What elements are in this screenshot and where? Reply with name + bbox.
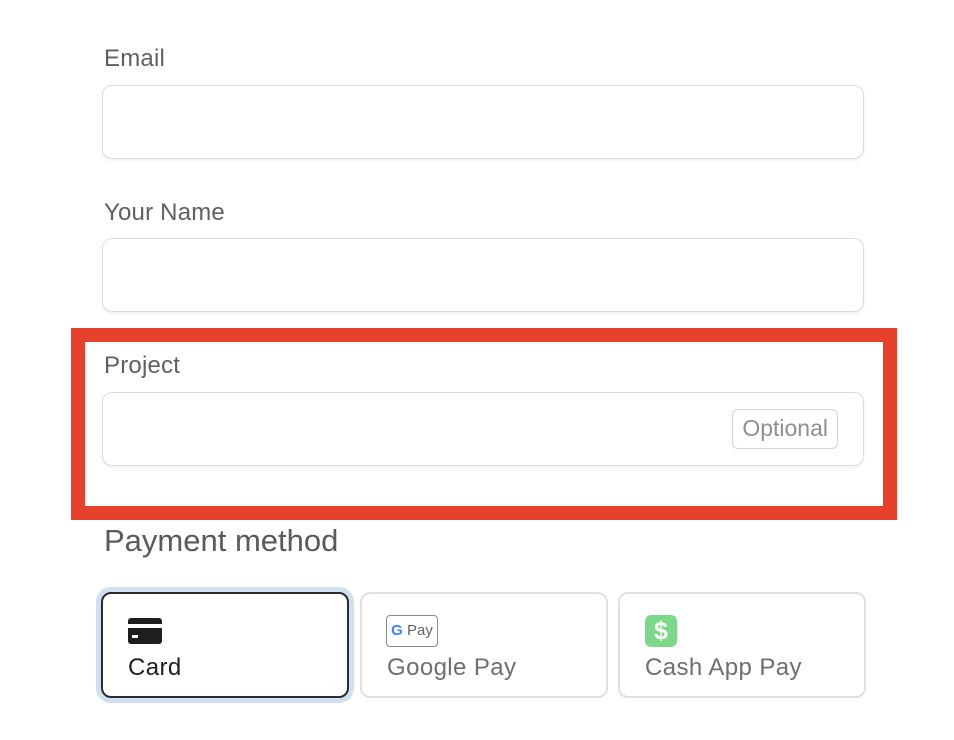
email-label: Email [104, 45, 166, 72]
payment-option-label: Card [128, 654, 182, 681]
payment-option-card[interactable]: Card [101, 592, 349, 698]
cash-app-icon: $ [645, 615, 677, 647]
google-pay-icon-g: G [391, 622, 403, 639]
name-label: Your Name [104, 199, 225, 226]
name-input[interactable] [102, 238, 864, 312]
payment-option-cash-app-pay[interactable]: $ Cash App Pay [618, 592, 866, 698]
project-label: Project [104, 352, 181, 379]
payment-option-label: Google Pay [387, 654, 517, 681]
payment-option-google-pay[interactable]: G Pay Google Pay [360, 592, 608, 698]
optional-badge: Optional [732, 409, 838, 449]
google-pay-icon: G Pay [386, 615, 438, 647]
payment-option-label: Cash App Pay [645, 654, 802, 681]
google-pay-icon-pay: Pay [406, 622, 433, 639]
project-input[interactable]: Optional [102, 392, 864, 466]
payment-method-title: Payment method [104, 523, 339, 558]
email-input[interactable] [102, 85, 864, 159]
credit-card-icon [128, 618, 162, 644]
